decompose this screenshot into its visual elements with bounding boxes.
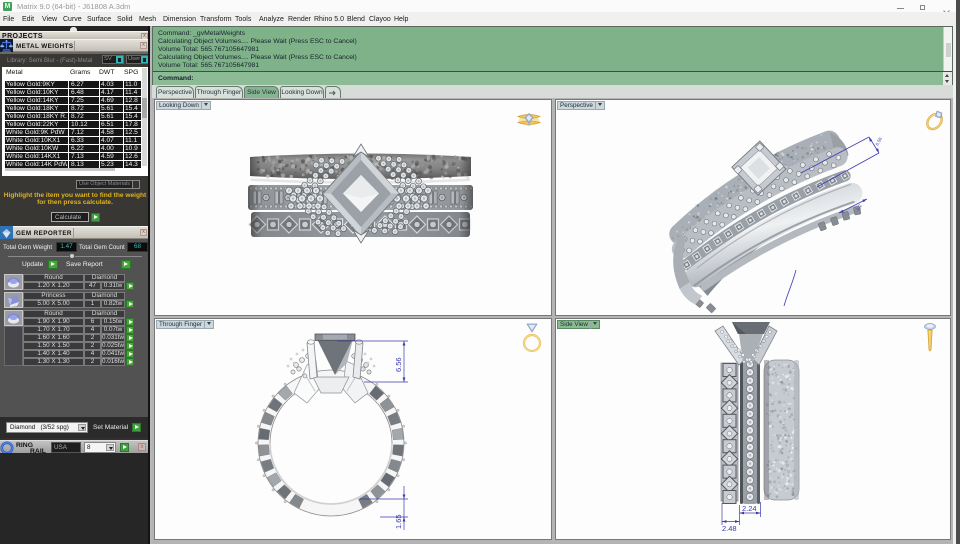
svg-text:6.56: 6.56	[874, 136, 883, 147]
svg-text:1.65: 1.65	[394, 514, 403, 529]
svg-text:2.24: 2.24	[742, 504, 757, 513]
svg-text:6.56: 6.56	[394, 357, 403, 372]
svg-text:2.48: 2.48	[722, 524, 737, 533]
